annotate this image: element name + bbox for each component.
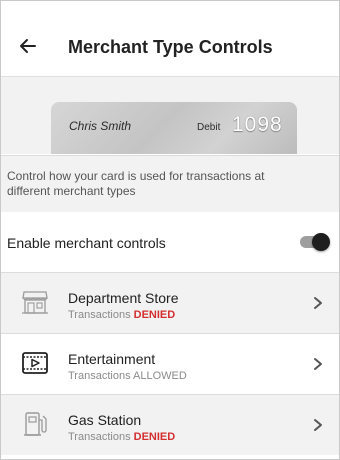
merchant-status-badge: ALLOWED (133, 370, 187, 382)
merchant-status-line: Transactions DENIED (68, 431, 175, 443)
card-holder-name: Chris Smith (69, 119, 132, 133)
merchant-status-prefix: Transactions (68, 370, 131, 382)
toggle-thumb (312, 233, 330, 251)
enable-controls-label: Enable merchant controls (7, 235, 166, 251)
merchant-name: Entertainment (68, 351, 156, 367)
card-type: Debit (197, 122, 221, 133)
merchant-status-badge: DENIED (133, 431, 176, 443)
chevron-right-icon (314, 358, 322, 370)
merchant-status-line: Transactions DENIED (68, 309, 175, 321)
merchant-status-prefix: Transactions (68, 431, 131, 443)
page-title: Merchant Type Controls (68, 37, 273, 57)
gas-pump-icon (24, 412, 47, 436)
merchant-name: Department Store (68, 290, 179, 306)
screen: Merchant Type Controls Chris Smith Debit… (0, 0, 340, 460)
merchant-row-department-store[interactable]: Department Store Transactions DENIED (1, 273, 339, 333)
merchant-row-gas-station[interactable]: Gas Station Transactions DENIED (1, 395, 339, 455)
enable-controls-row: Enable merchant controls (1, 212, 339, 273)
description-text: Control how your card is used for transa… (7, 169, 265, 198)
description-panel: Control how your card is used for transa… (1, 155, 339, 213)
app-bar: Merchant Type Controls (1, 1, 339, 77)
merchant-name: Gas Station (68, 412, 142, 428)
merchant-status-prefix: Transactions (68, 309, 131, 321)
card-area: Chris Smith Debit 1098 (1, 77, 339, 154)
enable-controls-toggle[interactable] (297, 232, 331, 252)
video-player-icon (22, 352, 48, 374)
merchant-status-badge: DENIED (133, 309, 176, 321)
card-last-digits: 1098 (232, 113, 283, 136)
merchant-status-line: Transactions ALLOWED (68, 370, 187, 382)
store-icon (22, 291, 48, 314)
chevron-right-icon (314, 297, 322, 309)
arrow-left-icon[interactable] (15, 33, 41, 59)
merchant-row-entertainment[interactable]: Entertainment Transactions ALLOWED (1, 334, 339, 394)
chevron-right-icon (314, 419, 322, 431)
card-preview: Chris Smith Debit 1098 (51, 102, 297, 154)
